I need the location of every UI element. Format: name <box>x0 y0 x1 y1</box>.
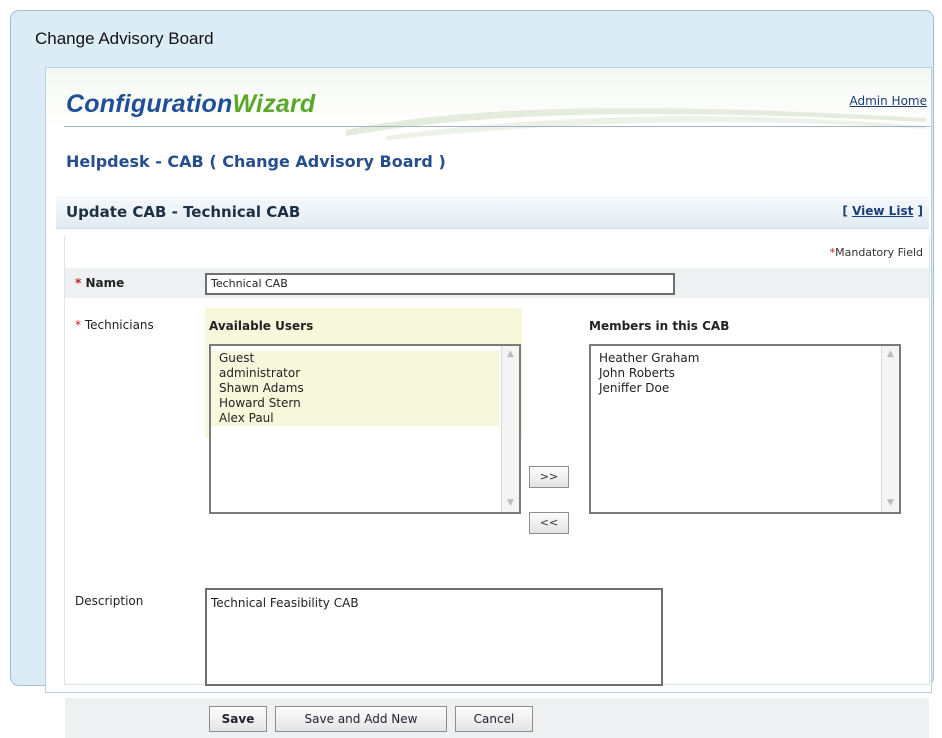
logo-text-wizard: Wizard <box>232 90 316 118</box>
view-list-bracket-open: [ <box>842 204 848 218</box>
panel-title: Change Advisory Board <box>35 29 214 48</box>
list-item[interactable]: Alex Paul <box>211 411 499 426</box>
technicians-label: Technicians <box>84 318 154 332</box>
members-header: Members in this CAB <box>589 319 730 333</box>
name-input[interactable]: Technical CAB <box>205 273 675 295</box>
banner-divider <box>64 126 930 127</box>
configuration-wizard-logo: ConfigurationWizard <box>66 90 315 119</box>
name-label-group: * Name <box>75 276 124 290</box>
list-item[interactable]: administrator <box>211 366 499 381</box>
name-required-star: * <box>75 276 82 290</box>
cab-form: *Mandatory Field * Name Technical CAB * … <box>64 236 930 738</box>
view-list-control: [ View List ] <box>842 204 923 218</box>
view-list-bracket-close: ] <box>917 204 923 218</box>
scroll-down-icon[interactable]: ▼ <box>505 498 516 509</box>
members-listbox[interactable]: Heather Graham John Roberts Jeniffer Doe… <box>589 344 901 514</box>
name-label: Name <box>85 276 125 290</box>
technicians-required-star: * <box>75 318 81 332</box>
description-label: Description <box>75 594 144 608</box>
action-button-bar: Save Save and Add New Cancel <box>65 698 929 738</box>
banner-swoosh-decoration <box>346 108 926 140</box>
available-users-scrollbar[interactable]: ▲ ▼ <box>501 346 519 512</box>
scroll-up-icon[interactable]: ▲ <box>885 349 896 360</box>
change-advisory-board-panel: Change Advisory Board ConfigurationWizar… <box>10 10 934 738</box>
mandatory-label: Mandatory Field <box>835 246 923 259</box>
scroll-up-icon[interactable]: ▲ <box>505 349 516 360</box>
configuration-wizard-screen: ConfigurationWizard Admin Home Helpdesk … <box>45 67 932 738</box>
save-button[interactable]: Save <box>209 706 267 732</box>
cancel-button[interactable]: Cancel <box>455 706 533 732</box>
available-users-listbox[interactable]: Guest administrator Shawn Adams Howard S… <box>209 344 521 514</box>
save-and-add-new-button[interactable]: Save and Add New <box>275 706 447 732</box>
remove-member-button[interactable]: << <box>529 512 569 534</box>
description-textarea[interactable]: Technical Feasibility CAB <box>205 588 663 686</box>
header-banner: ConfigurationWizard Admin Home <box>46 68 931 140</box>
list-item[interactable]: John Roberts <box>591 366 899 381</box>
section-title: Update CAB - Technical CAB <box>66 203 301 221</box>
list-item[interactable]: Howard Stern <box>211 396 499 411</box>
add-member-button[interactable]: >> <box>529 466 569 488</box>
available-users-header: Available Users <box>209 319 314 333</box>
list-item[interactable]: Shawn Adams <box>211 381 499 396</box>
scroll-down-icon[interactable]: ▼ <box>885 498 896 509</box>
view-list-link[interactable]: View List <box>852 204 913 218</box>
module-title: Helpdesk - CAB ( Change Advisory Board ) <box>66 152 446 171</box>
logo-text-configuration: Configuration <box>66 90 233 118</box>
list-item[interactable]: Heather Graham <box>591 351 899 366</box>
list-item[interactable]: Jeniffer Doe <box>591 381 899 396</box>
technicians-label-group: * Technicians <box>75 318 154 332</box>
mandatory-field-note: *Mandatory Field <box>830 246 923 259</box>
admin-home-link[interactable]: Admin Home <box>850 94 928 108</box>
list-item[interactable]: Guest <box>211 351 499 366</box>
section-header-bar: Update CAB - Technical CAB [ View List ] <box>56 196 929 229</box>
members-scrollbar[interactable]: ▲ ▼ <box>881 346 899 512</box>
